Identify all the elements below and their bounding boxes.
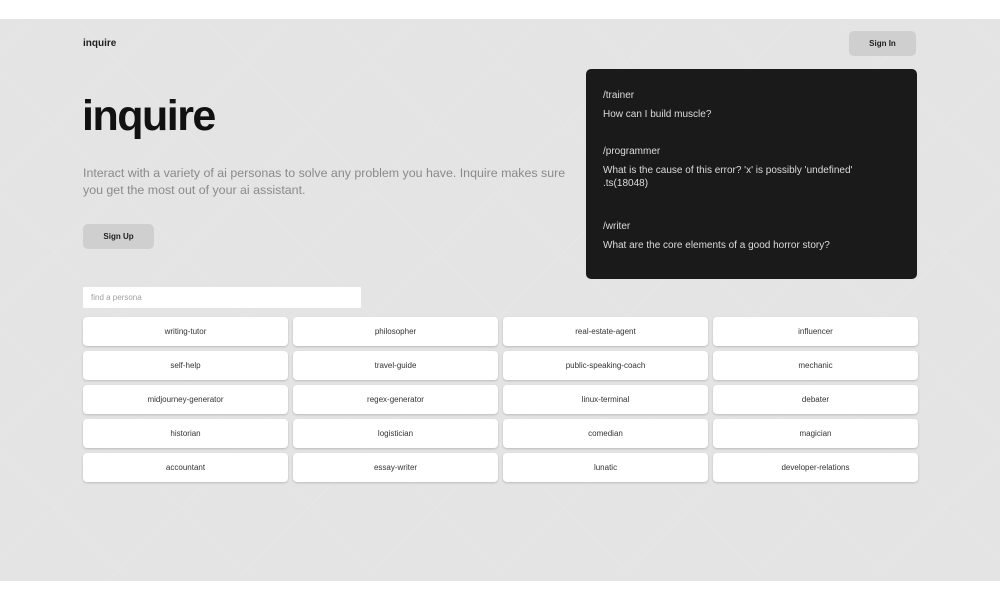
persona-card-midjourney-generator[interactable]: midjourney-generator	[83, 385, 288, 414]
example-prompt: /writer What are the core elements of a …	[603, 220, 899, 252]
persona-card-mechanic[interactable]: mechanic	[713, 351, 918, 380]
persona-search-input[interactable]	[83, 287, 361, 308]
persona-card-philosopher[interactable]: philosopher	[293, 317, 498, 346]
example-question: How can I build muscle?	[603, 109, 712, 120]
persona-card-public-speaking-coach[interactable]: public-speaking-coach	[503, 351, 708, 380]
persona-card-travel-guide[interactable]: travel-guide	[293, 351, 498, 380]
persona-card-logistician[interactable]: logistician	[293, 419, 498, 448]
persona-card-magician[interactable]: magician	[713, 419, 918, 448]
persona-card-influencer[interactable]: influencer	[713, 317, 918, 346]
persona-card-debater[interactable]: debater	[713, 385, 918, 414]
example-prompt: /trainer How can I build muscle?	[603, 89, 899, 121]
persona-card-linux-terminal[interactable]: linux-terminal	[503, 385, 708, 414]
persona-card-essay-writer[interactable]: essay-writer	[293, 453, 498, 482]
persona-card-developer-relations[interactable]: developer-relations	[713, 453, 918, 482]
persona-card-historian[interactable]: historian	[83, 419, 288, 448]
example-prompt: /programmer What is the cause of this er…	[603, 145, 899, 190]
hero-description: Interact with a variety of ai personas t…	[83, 166, 566, 197]
example-prompts-panel: /trainer How can I build muscle? /progra…	[586, 69, 917, 279]
persona-card-real-estate-agent[interactable]: real-estate-agent	[503, 317, 708, 346]
persona-card-lunatic[interactable]: lunatic	[503, 453, 708, 482]
persona-card-accountant[interactable]: accountant	[83, 453, 288, 482]
persona-grid: writing-tutor philosopher real-estate-ag…	[83, 317, 918, 482]
landing-page: inquire Sign In inquire Interact with a …	[0, 19, 1000, 581]
site-logo[interactable]: inquire	[83, 38, 116, 49]
persona-card-writing-tutor[interactable]: writing-tutor	[83, 317, 288, 346]
example-command: /trainer	[603, 90, 635, 101]
sign-up-button[interactable]: Sign Up	[83, 224, 154, 249]
persona-card-self-help[interactable]: self-help	[83, 351, 288, 380]
persona-card-regex-generator[interactable]: regex-generator	[293, 385, 498, 414]
persona-card-comedian[interactable]: comedian	[503, 419, 708, 448]
sign-in-button[interactable]: Sign In	[849, 31, 916, 56]
example-question: What is the cause of this error? 'x' is …	[603, 165, 853, 189]
example-command: /programmer	[603, 146, 661, 157]
hero-title: inquire	[82, 92, 216, 140]
example-question: What are the core elements of a good hor…	[603, 240, 830, 251]
example-command: /writer	[603, 221, 631, 232]
